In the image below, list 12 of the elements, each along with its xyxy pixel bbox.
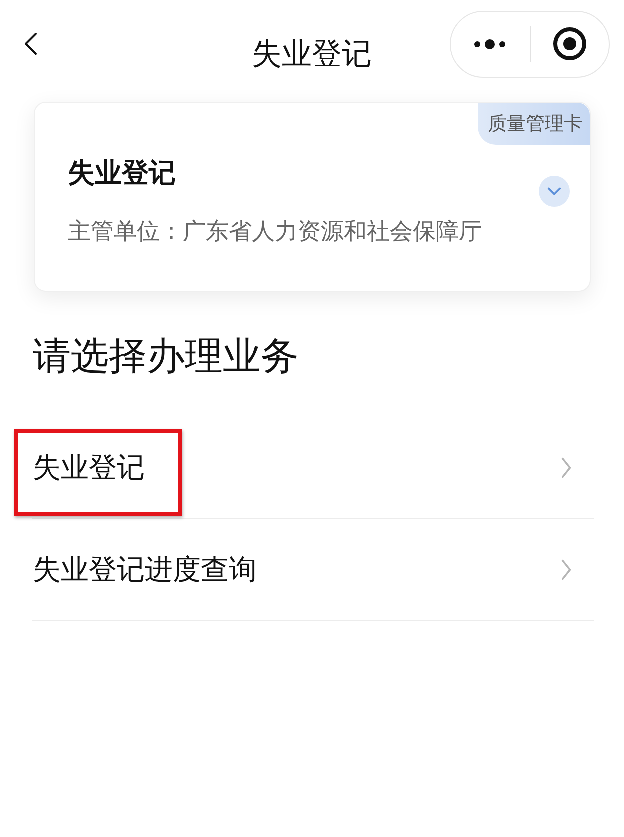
- more-icon[interactable]: [474, 38, 506, 50]
- card-subtitle: 主管单位：广东省人力资源和社会保障厅: [68, 218, 482, 247]
- service-row[interactable]: 失业登记: [32, 417, 594, 519]
- section-heading: 请选择办理业务: [33, 333, 299, 380]
- chevron-right-icon: [561, 558, 572, 580]
- chevron-right-icon: [561, 456, 572, 478]
- expand-button[interactable]: [539, 176, 570, 206]
- card-title: 失业登记: [68, 157, 176, 191]
- page-title: 失业登记: [252, 36, 372, 74]
- target-icon[interactable]: [552, 27, 587, 61]
- service-row[interactable]: 失业登记进度查询: [32, 519, 594, 621]
- quality-card-tag: 质量管理卡: [478, 103, 590, 145]
